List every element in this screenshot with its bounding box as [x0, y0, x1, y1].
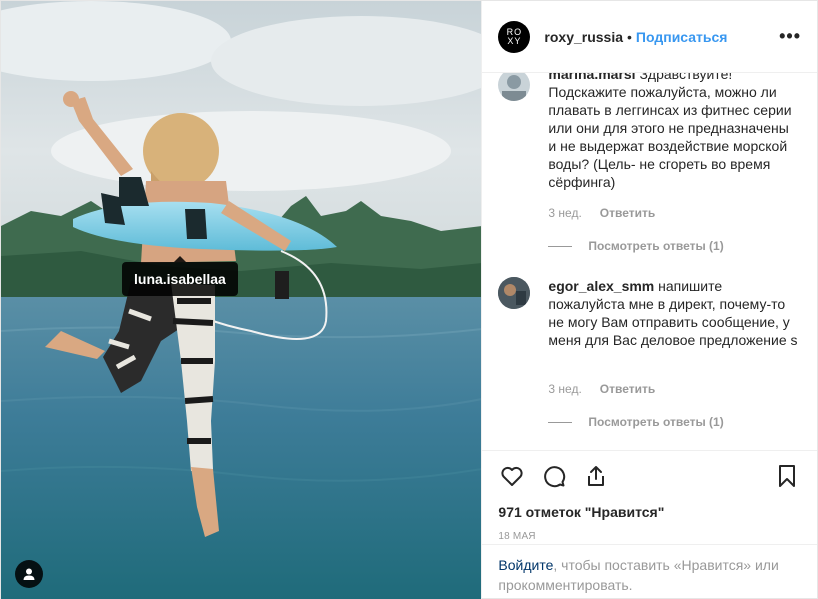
login-prompt: Войдите, чтобы поставить «Нравится» или … [482, 544, 817, 599]
comment-button[interactable] [540, 462, 568, 490]
likes-count[interactable]: 971 отметок "Нравится" [482, 500, 817, 520]
author-username[interactable]: roxy_russia [544, 29, 623, 45]
comment-username[interactable]: egor_alex_smm [548, 278, 654, 294]
more-options-icon[interactable]: ••• [779, 26, 801, 47]
replies-line [548, 421, 573, 423]
comment-meta: 3 нед. Ответить [548, 382, 655, 396]
user-icon [23, 568, 35, 580]
view-replies-label: Посмотреть ответы (1) [588, 415, 724, 429]
surfer-photo [1, 1, 482, 599]
post-sidebar: RO XY roxy_russia • Подписаться ••• mari… [481, 1, 817, 599]
instagram-post: luna.isabellaa RO XY roxy_russia • Подпи… [0, 0, 818, 599]
post-image[interactable]: luna.isabellaa [1, 1, 482, 599]
comment-item: marina.marsi Здравствуйте! Подскажите по… [498, 73, 798, 191]
post-header: RO XY roxy_russia • Подписаться ••• [482, 1, 817, 73]
post-date: 18 мая [498, 531, 536, 542]
comment-icon [544, 465, 566, 487]
user-tags-button[interactable] [15, 560, 43, 588]
comment-item: egor_alex_smm напишите пожалуйста мне в … [498, 277, 798, 349]
view-replies-button[interactable]: Посмотреть ответы (1) [548, 239, 724, 253]
comment-text: Здравствуйте! Подскажите пожалуйста, мож… [548, 73, 792, 190]
comment-username[interactable]: marina.marsi [548, 73, 635, 82]
comment-time: 3 нед. [548, 206, 582, 220]
bookmark-icon [779, 464, 795, 487]
view-replies-button[interactable]: Посмотреть ответы (1) [548, 415, 724, 429]
logo-line-2: XY [507, 35, 522, 46]
commenter-avatar[interactable] [498, 73, 531, 101]
comment-meta: 3 нед. Ответить [548, 206, 655, 220]
like-button[interactable] [498, 462, 526, 490]
avatar[interactable]: RO XY [498, 20, 531, 53]
comment-time: 3 нед. [548, 382, 582, 396]
separator-dot: • [627, 28, 632, 45]
save-button[interactable] [773, 462, 801, 490]
share-button[interactable] [582, 462, 610, 490]
heart-icon [501, 466, 523, 486]
login-link[interactable]: Войдите [498, 557, 553, 573]
replies-line [548, 245, 573, 247]
comments-list[interactable]: marina.marsi Здравствуйте! Подскажите по… [482, 73, 817, 450]
reply-button[interactable]: Ответить [600, 382, 655, 396]
user-tag[interactable]: luna.isabellaa [122, 256, 238, 296]
action-bar [482, 450, 817, 500]
reply-button[interactable]: Ответить [600, 206, 655, 220]
commenter-avatar[interactable] [498, 277, 531, 309]
view-replies-label: Посмотреть ответы (1) [588, 239, 724, 253]
share-icon [588, 465, 605, 486]
follow-button[interactable]: Подписаться [636, 29, 728, 45]
